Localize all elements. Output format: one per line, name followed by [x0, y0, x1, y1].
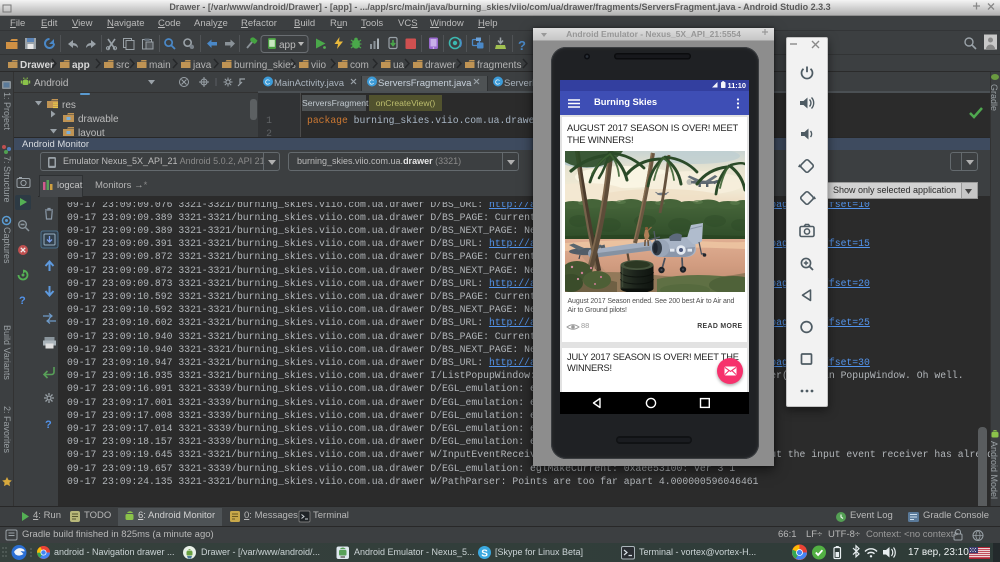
svg-text:drawable: drawable: [78, 114, 119, 125]
svg-text:Android: Android: [34, 78, 68, 89]
svg-text:C: C: [369, 80, 374, 87]
svg-text:res: res: [62, 100, 76, 111]
svg-text:C: C: [495, 80, 500, 87]
svg-text:C: C: [265, 80, 270, 87]
svg-text:S: S: [481, 549, 488, 560]
svg-text:layout: layout: [78, 128, 105, 137]
